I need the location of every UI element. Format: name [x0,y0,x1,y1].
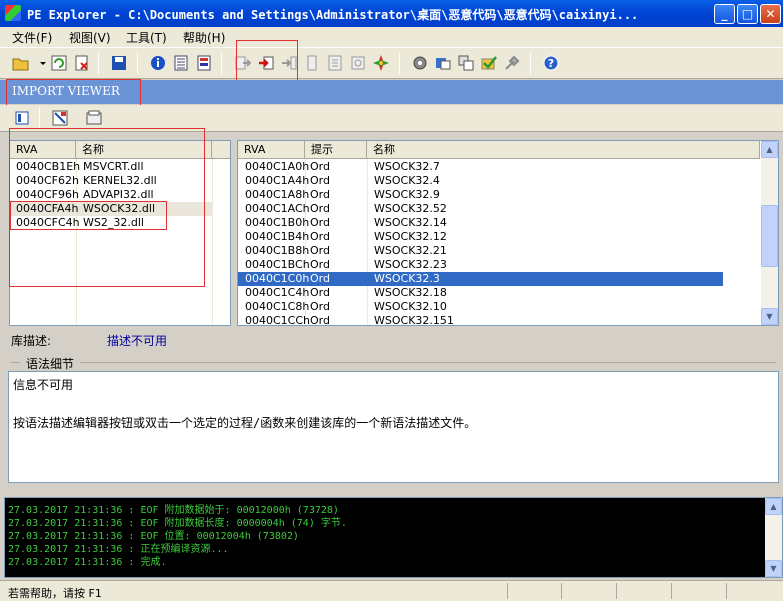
compass-icon[interactable] [372,54,390,72]
menu-bar: 文件(F) 视图(V) 工具(T) 帮助(H) [0,27,783,47]
syntax-editor-icon[interactable] [51,109,69,127]
menu-file[interactable]: 文件(F) [12,29,52,46]
close-file-icon[interactable] [73,54,91,72]
log-line: 27.03.2017 21:31:36 : 完成. [8,557,167,568]
table-row[interactable]: 0040C1B0h Ord WSOCK32.14 [238,216,723,230]
table-row[interactable]: 0040C1BCh Ord WSOCK32.23 [238,258,723,272]
menu-tools[interactable]: 工具(T) [126,29,167,46]
menu-help[interactable]: 帮助(H) [183,29,225,46]
window-title: PE Explorer - C:\Documents and Settings\… [27,8,639,22]
table-row[interactable]: 0040C1C8h Ord WSOCK32.10 [238,300,723,314]
status-text: 若需帮助，请按 F1 [8,587,102,600]
debug-icon[interactable] [303,54,321,72]
sections-icon[interactable] [195,54,213,72]
syntax-info-line: 信息不可用 [13,378,74,392]
annotation-box-viewer-title [6,79,141,106]
column-header-empty [212,141,230,159]
syntax-group-divider [11,362,776,363]
column-header-hint[interactable]: 提示 [305,141,367,159]
scroll-up-icon[interactable]: ▲ [765,498,782,515]
info-icon[interactable] [149,54,167,72]
table-row-selected[interactable]: 0040C1C0h Ord WSOCK32.3 [238,272,723,286]
title-bar: PE Explorer - C:\Documents and Settings\… [0,0,783,27]
syntax-details-box: 信息不可用 按语法描述编辑器按钮或双击一个选定的过程/函数来创建该库的一个新语法… [8,371,779,483]
check-icon[interactable] [480,54,498,72]
open-dropdown-icon[interactable] [34,54,46,72]
table-row[interactable]: 0040C1ACh Ord WSOCK32.52 [238,202,723,216]
library-description-value: 描述不可用 [107,334,168,348]
status-bar: 若需帮助，请按 F1 [0,580,783,601]
menu-view[interactable]: 视图(V) [69,29,111,46]
syntax-help-line: 按语法描述编辑器按钮或双击一个选定的过程/函数来创建该库的一个新语法描述文件。 [13,416,477,430]
windows-icon[interactable] [457,54,475,72]
table-row[interactable]: 0040C1A8h Ord WSOCK32.9 [238,188,723,202]
app-icon [5,5,21,21]
annotation-box-socket-libraries [10,201,167,230]
scroll-down-icon[interactable]: ▼ [765,560,782,577]
maximize-button[interactable]: □ [737,4,758,24]
main-toolbar: ? [0,47,783,79]
library-description-label: 库描述: [11,334,52,348]
minimize-button[interactable]: _ [714,4,735,24]
table-row[interactable]: 0040C1A4h Ord WSOCK32.4 [238,174,723,188]
svg-text:?: ? [548,57,554,70]
properties-icon[interactable] [85,109,103,127]
column-header-rva[interactable]: RVA [238,141,305,159]
view-library-icon[interactable] [13,109,31,127]
refresh-icon[interactable] [50,54,68,72]
column-header-name[interactable]: 名称 [367,141,760,159]
table-row[interactable]: 0040C1B4h Ord WSOCK32.12 [238,230,723,244]
scroll-thumb[interactable] [761,205,778,267]
plugin-gear-icon[interactable] [411,54,429,72]
save-icon[interactable] [110,54,128,72]
help-icon[interactable]: ? [542,54,560,72]
headers-icon[interactable] [172,54,190,72]
disassembler-icon[interactable] [326,54,344,72]
dependency-icon[interactable] [349,54,367,72]
log-panel: 27.03.2017 21:31:36 : EOF 附加数据始于: 000120… [4,497,783,578]
log-scrollbar[interactable]: ▲ ▼ [765,498,782,577]
functions-scrollbar[interactable]: ▲ ▼ [761,141,778,325]
table-row[interactable]: 0040C1A0h Ord WSOCK32.7 [238,160,723,174]
table-row[interactable]: 0040C1B8h Ord WSOCK32.21 [238,244,723,258]
open-folder-icon[interactable] [12,54,30,72]
functions-list[interactable]: RVA 提示 名称 0040C1A0h Ord WSOCK32.7 0040C1A4… [237,140,779,326]
table-row[interactable]: 0040C1CCh Ord WSOCK32.151 [238,314,723,325]
syntax-details-label: 语法细节 [20,355,81,372]
wrench-icon[interactable] [503,54,521,72]
scroll-up-icon[interactable]: ▲ [761,141,778,158]
scroll-down-icon[interactable]: ▼ [761,308,778,325]
table-row[interactable]: 0040C1C4h Ord WSOCK32.18 [238,286,723,300]
tools-icon[interactable] [434,54,452,72]
close-button[interactable]: ✕ [760,4,781,24]
